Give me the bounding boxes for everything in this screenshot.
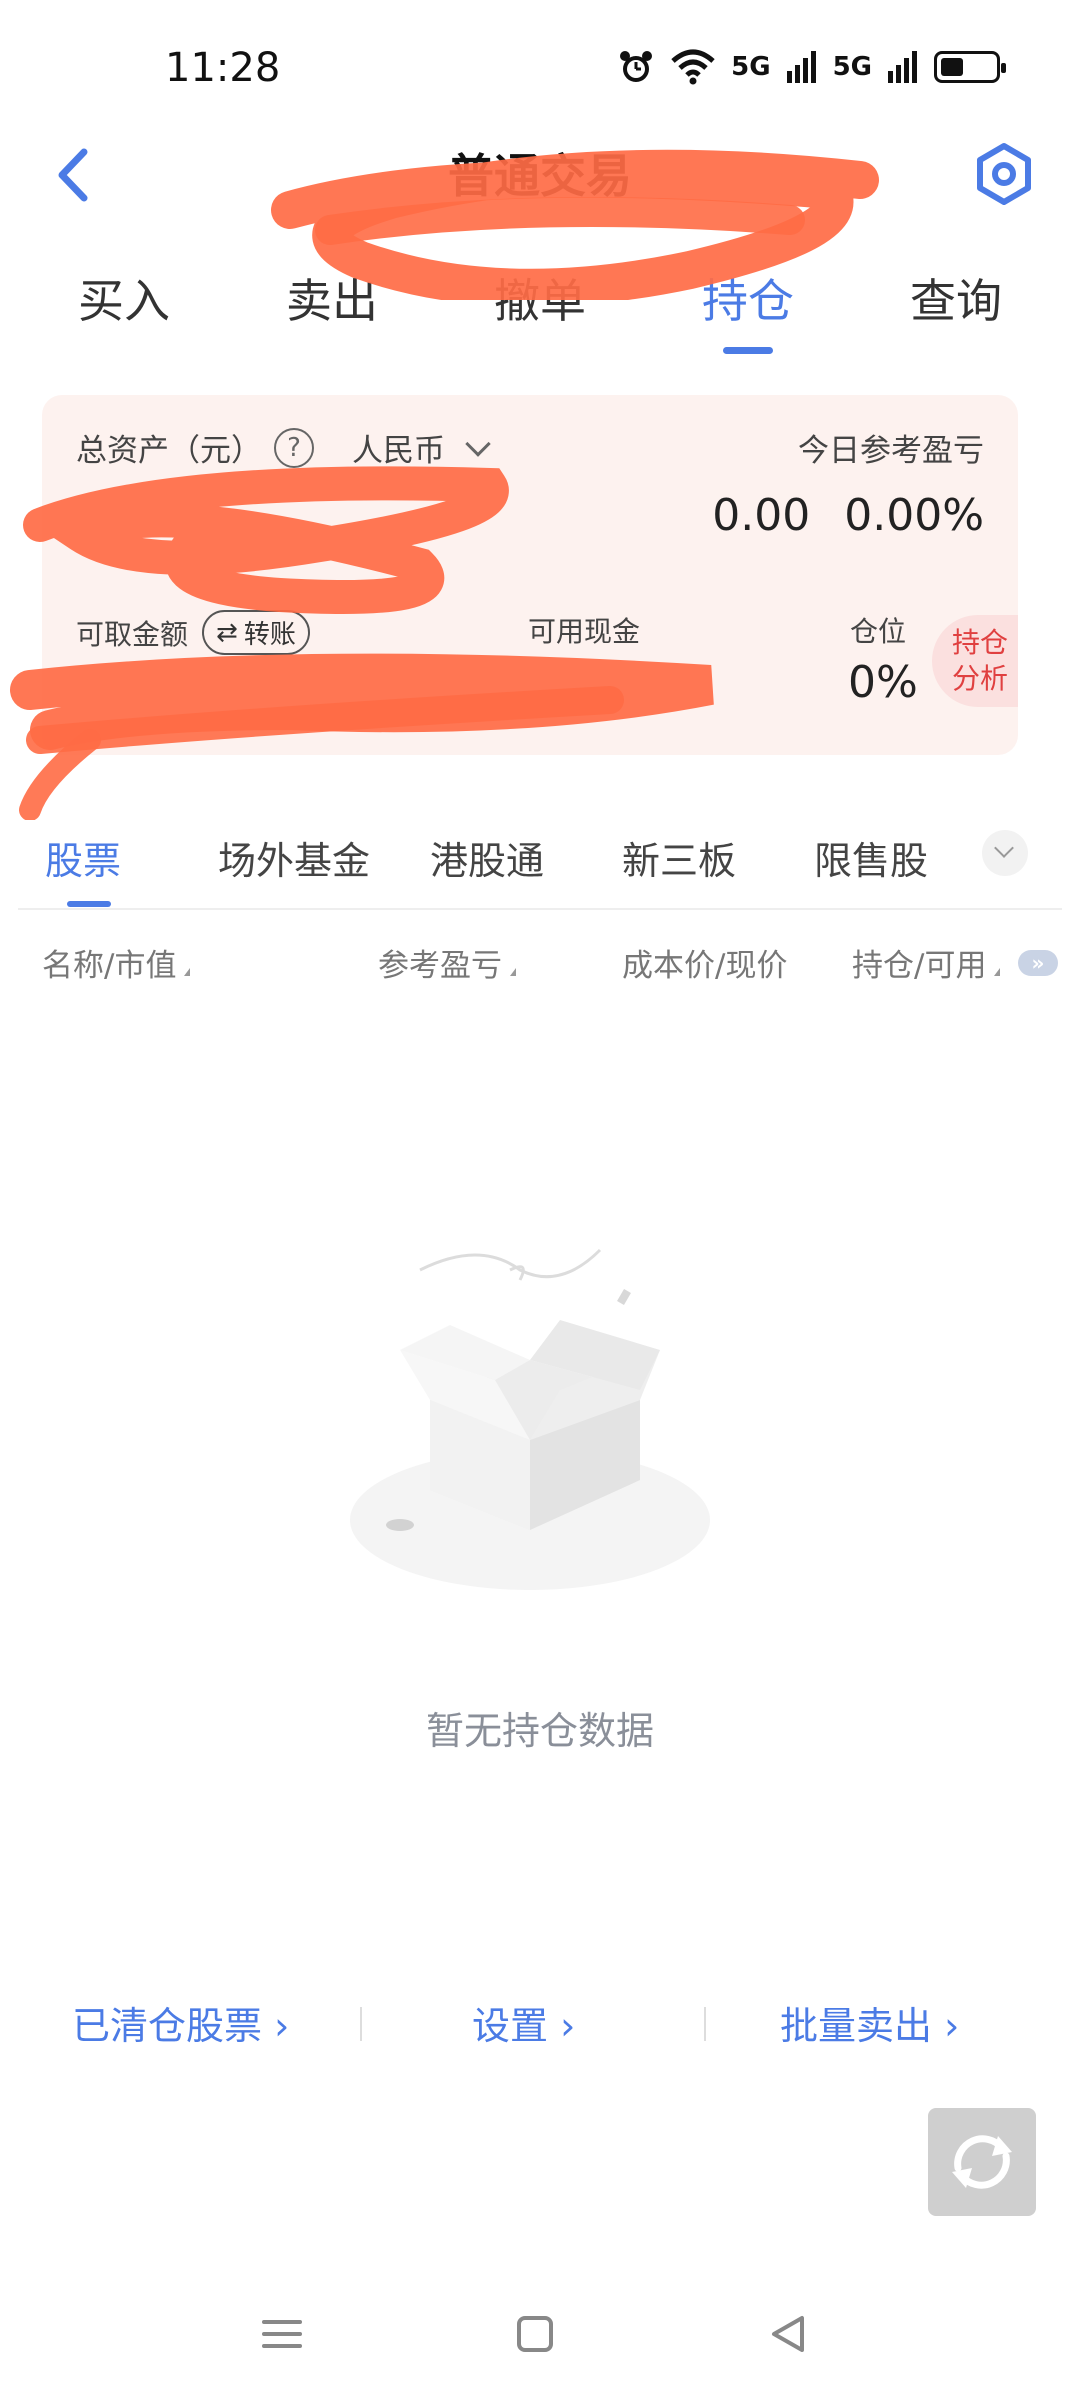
home-square-icon[interactable]: [505, 2304, 565, 2364]
alarm-icon: [620, 51, 653, 82]
today-pl-percent: 0.00%: [844, 490, 984, 541]
signal-5g-label-2: 5G: [832, 52, 872, 82]
total-assets-label: 总资产（元） ? 人民币: [76, 425, 491, 470]
chevron-down-icon: [465, 431, 491, 457]
sort-icon: [184, 968, 191, 976]
transfer-label: 转账: [243, 620, 296, 650]
today-pl-value: 0.00: [712, 490, 811, 541]
asset-summary-card: 总资产（元） ? 人民币 今日参考盈亏 0.00 0.00% 可取金额 ⇄ 转账…: [42, 395, 1018, 755]
main-tabs: 买入 卖出 撤单 持仓 查询: [0, 255, 1080, 365]
signal-5g-label-1: 5G: [731, 52, 771, 82]
refresh-button[interactable]: [928, 2108, 1036, 2216]
sort-icon: [994, 968, 1001, 976]
more-tabs-chevron-icon[interactable]: [982, 830, 1028, 876]
empty-state-message: 暂无持仓数据: [425, 1709, 654, 1753]
sort-icon: [510, 968, 516, 976]
col-name-value-label: 名称/市值: [42, 948, 177, 984]
signal-icon-1: [786, 51, 816, 83]
subtab-restricted[interactable]: 限售股: [814, 830, 928, 885]
tab-sell[interactable]: 卖出: [252, 255, 412, 365]
back-triangle-icon[interactable]: [758, 2304, 818, 2364]
today-pl-values: 0.00 0.00%: [712, 490, 984, 541]
help-icon[interactable]: ?: [274, 427, 314, 468]
total-assets-text: 总资产（元）: [76, 433, 262, 469]
status-time: 11:28: [165, 45, 281, 91]
col-ref-pl[interactable]: 参考盈亏: [378, 940, 516, 985]
analysis-label-line-2: 分析: [952, 662, 1009, 695]
subtab-neeq[interactable]: 新三板: [622, 830, 736, 885]
empty-box-illustration: [350, 1248, 710, 1590]
col-position-available[interactable]: 持仓/可用: [852, 940, 1001, 985]
today-pl-label: 今日参考盈亏: [798, 433, 984, 469]
withdrawable-label: 可取金额 ⇄ 转账: [76, 610, 310, 655]
system-nav-bar: [0, 2290, 1080, 2380]
status-bar: 11:28 5G 5G: [0, 0, 1080, 140]
withdrawable-text: 可取金额: [76, 617, 189, 651]
currency-selector[interactable]: 人民币: [352, 425, 491, 470]
position-analysis-button[interactable]: 持仓 分析: [932, 615, 1018, 707]
col-position-available-label: 持仓/可用: [852, 948, 987, 984]
subtab-hk-connect[interactable]: 港股通: [430, 830, 544, 885]
refresh-icon: [952, 2135, 1012, 2189]
status-icons: 5G 5G: [617, 48, 1006, 86]
col-cost-price: 成本价/现价: [622, 948, 788, 984]
analysis-label-line-1: 持仓: [952, 626, 1009, 659]
currency-label: 人民币: [352, 433, 445, 469]
asset-type-tabs: 股票 场外基金 港股通 新三板 限售股: [18, 820, 1062, 910]
title-bar: 普通交易: [0, 120, 1080, 230]
position-ratio-label: 仓位: [850, 615, 907, 648]
tab-cancel-order[interactable]: 撤单: [460, 255, 620, 365]
batch-sell-link[interactable]: 批量卖出 ›: [780, 1995, 959, 2050]
subtab-stocks[interactable]: 股票: [45, 830, 121, 907]
transfer-icon: ⇄: [216, 617, 238, 648]
col-name-value[interactable]: 名称/市值: [42, 940, 191, 985]
hexagon-settings-icon: [977, 143, 1031, 205]
tab-buy[interactable]: 买入: [44, 255, 204, 365]
expand-columns-button[interactable]: »: [1018, 950, 1058, 976]
col-ref-pl-label: 参考盈亏: [378, 948, 502, 984]
subtab-otc-funds[interactable]: 场外基金: [218, 830, 370, 885]
settings-button[interactable]: [972, 142, 1036, 206]
page-title: 普通交易: [448, 149, 632, 203]
position-ratio-value: 0%: [848, 657, 918, 708]
menu-icon[interactable]: [252, 2304, 312, 2364]
cleared-stocks-link[interactable]: 已清仓股票 ›: [72, 1995, 289, 2050]
available-cash-label: 可用现金: [528, 615, 641, 648]
tab-positions[interactable]: 持仓: [668, 255, 828, 365]
wifi-icon: [671, 49, 715, 85]
tab-query[interactable]: 查询: [876, 255, 1036, 365]
signal-icon-2: [888, 51, 917, 83]
divider: [704, 2007, 706, 2041]
transfer-button[interactable]: ⇄ 转账: [202, 610, 310, 655]
bottom-actions: 已清仓股票 › 设置 › 批量卖出 ›: [0, 1995, 1080, 2055]
divider: [360, 2007, 362, 2041]
battery-icon: [934, 51, 1006, 83]
settings-link[interactable]: 设置 ›: [472, 1995, 575, 2050]
